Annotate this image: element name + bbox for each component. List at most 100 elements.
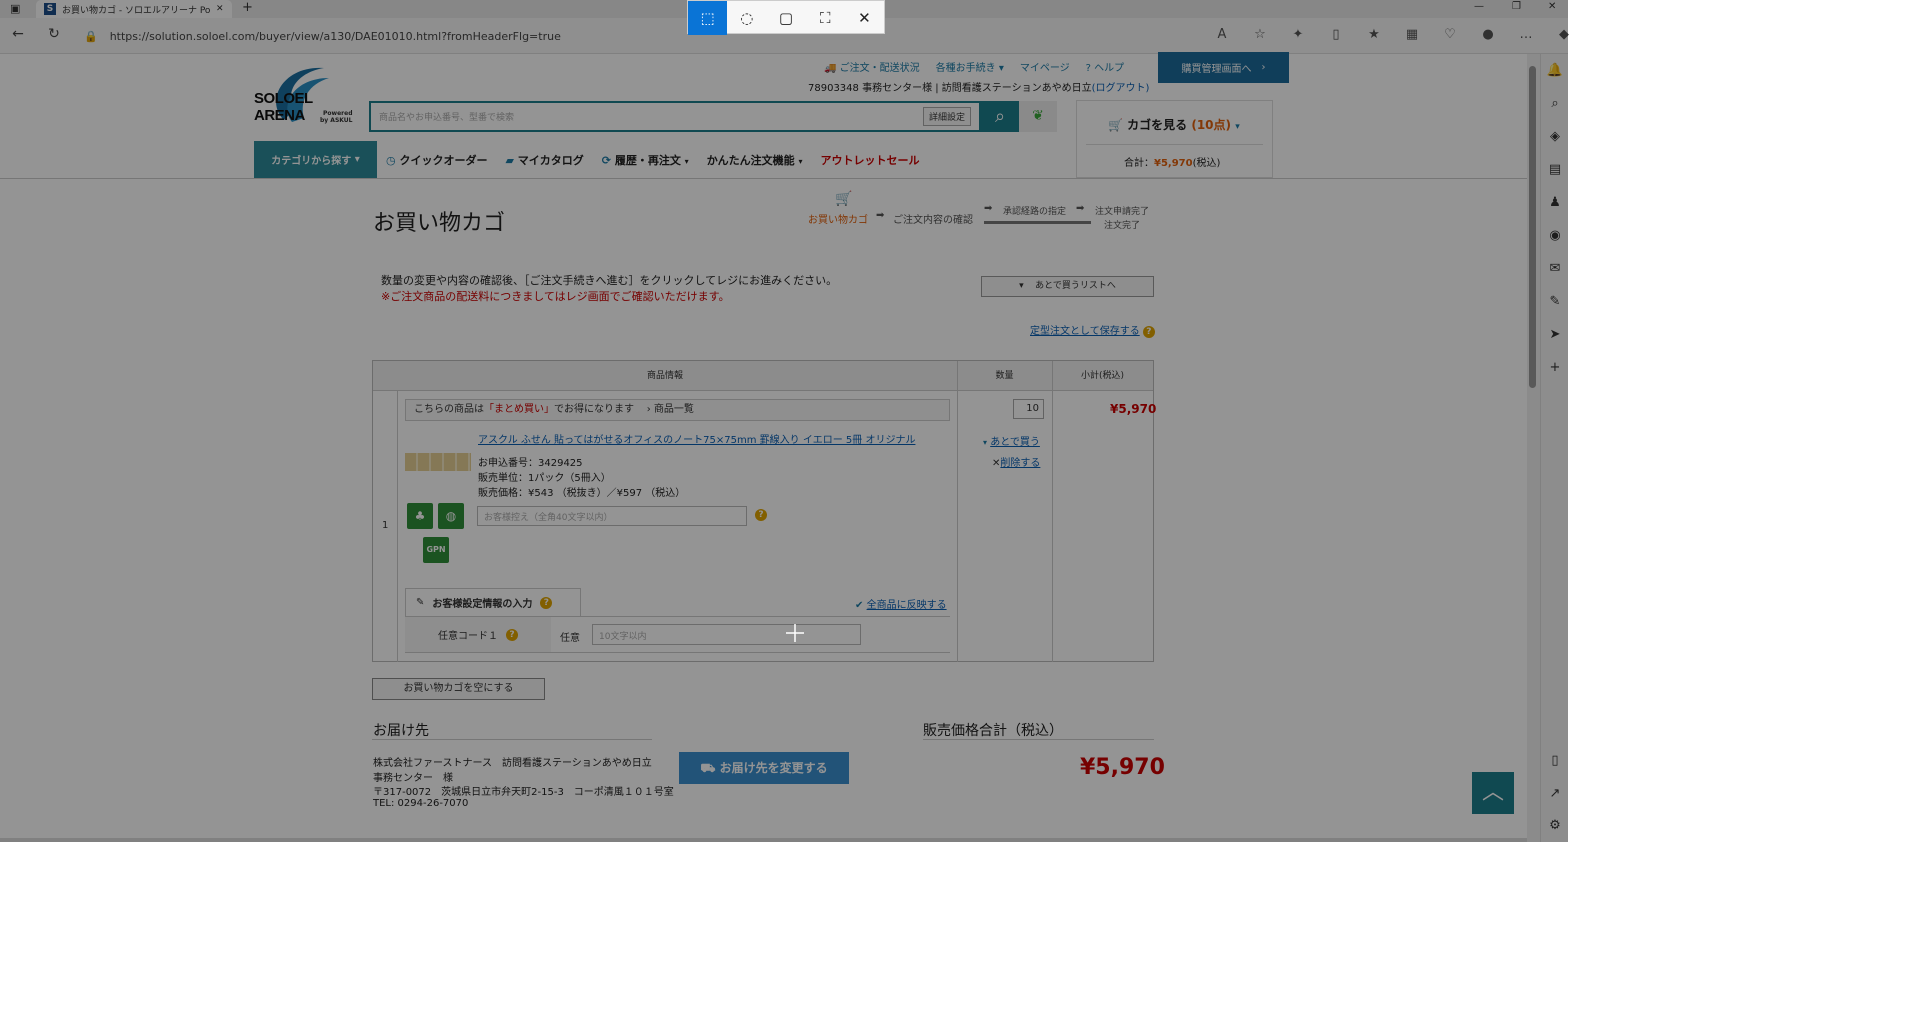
table-col-divider [1052,361,1053,662]
customer-settings-tab[interactable]: ✎ お客様設定情報の入力 ? [405,588,581,616]
games-icon[interactable]: ♟ [1541,186,1569,219]
fullscreen-snip-icon[interactable]: ⛶ [806,1,845,35]
browser-tab[interactable]: S お買い物カゴ - ソロエルアリーナ Powe ✕ [36,0,232,18]
delete: ✕削除する [992,454,1040,469]
buy-later: ▾ あとで買う [983,433,1040,448]
split-screen-icon[interactable]: ▯ [1324,27,1348,42]
search-side-icon[interactable]: ⌕ [1541,87,1569,120]
bell-icon[interactable]: 🔔 [1541,54,1569,87]
procedures-link[interactable]: 各種お手続き ▾ [936,59,1004,74]
help-link[interactable]: ? ヘルプ [1086,59,1125,74]
bulk-buy-banner: こちらの商品は「まとめ買い」でお得になります › 商品一覧 [405,399,950,421]
header-divider [0,178,1527,179]
favorite-star-icon[interactable]: ☆ [1248,27,1272,42]
help-question-icon[interactable]: ? [1142,326,1155,338]
tools-icon[interactable]: ▤ [1541,153,1569,186]
cart-total-tax: (税込) [1192,158,1221,169]
favorites-icon[interactable]: ★ [1362,27,1386,42]
buy-later-list-label: あとで買うリストへ [1035,281,1116,291]
change-shipping-button[interactable]: ⛟ お届け先を変更する [679,752,849,784]
apply-all-link[interactable]: 全商品に反映する [867,600,947,611]
help-question-icon[interactable]: ? [755,509,767,521]
empty-cart-button[interactable]: お買い物カゴを空にする [372,678,545,700]
cart-step-icon: 🛒 [835,191,853,207]
mypage-link[interactable]: マイページ [1020,59,1070,74]
detail-settings-button[interactable]: 詳細設定 [922,107,971,126]
product-thumbnail[interactable] [405,453,471,471]
back-icon[interactable]: ← [8,26,28,42]
rectangle-snip-icon[interactable]: ⬚ [688,1,728,35]
book-icon: ▰ [505,153,514,167]
delete-link[interactable]: 削除する [1000,458,1040,469]
extensions-icon[interactable]: ✦ [1286,27,1310,42]
new-tab-icon[interactable]: + [242,0,253,15]
back-to-top-button[interactable]: ︿ [1472,772,1514,814]
soloel-arena-logo[interactable]: SOLOEL ARENA Powered by ASKUL [254,60,354,130]
search-button[interactable]: ⌕ [981,101,1019,132]
logout-link[interactable]: (ログアウト) [1092,83,1150,94]
custom-code-input[interactable]: 10文字以内 [592,624,861,645]
performance-icon[interactable]: ♡ [1438,27,1462,42]
step-order-done: 注文完了 [1104,221,1141,231]
subtotal-price: ¥5,970 [1110,402,1157,416]
step-cart: お買い物カゴ [808,215,868,226]
user-info: 78903348 事務センター様 | 訪問看護ステーションあやめ日立(ログアウト… [808,79,1149,94]
close-window-icon[interactable]: ✕ [1548,1,1556,12]
bulk-product-list-link[interactable]: 商品一覧 [654,404,694,415]
step-confirm: ご注文内容の確認 [893,215,973,226]
close-tab-icon[interactable]: ✕ [216,4,224,14]
url-field[interactable]: 🔒 https://solution.soloel.com/buyer/view… [84,24,1184,48]
save-fixed-order-link[interactable]: 定型注文として保存する [1030,326,1140,337]
search-input[interactable]: 商品名やお申込番号、型番で検索 詳細設定 [369,101,981,132]
customer-memo-input[interactable]: お客様控え（全角40文字以内） [477,506,747,526]
buy-later-list-button[interactable]: ▾ あとで買うリストへ [981,276,1154,297]
add-sidebar-icon[interactable]: + [1541,351,1569,384]
category-menu-button[interactable]: カテゴリから探す ▾ [254,141,377,178]
pencil-icon: ✎ [416,597,425,608]
category-label: カテゴリから探す [271,156,352,167]
nav-history[interactable]: ⟳ 履歴・再注文 ▾ [593,152,698,168]
shipping-line-2: 事務センター 様 [373,773,453,784]
bulk-highlight: 「まとめ買い」 [484,404,554,415]
cart-view-button[interactable]: 🛒 カゴを見る (10点) ▾ [1108,116,1240,133]
nav-outlet-sale[interactable]: アウトレットセール [812,152,929,168]
nav-my-catalog[interactable]: ▰ マイカタログ [496,152,592,168]
purchase-management-button[interactable]: 購買管理画面へ › [1158,52,1289,83]
header-links: 🚚 ご注文・配送状況 各種お手続き ▾ マイページ ? ヘルプ [824,59,1124,74]
nav-easy-order[interactable]: かんたん注文機能 ▾ [698,152,812,168]
apply-all: ✔ 全商品に反映する [855,596,947,611]
profile-icon[interactable]: ● [1476,27,1500,42]
order-status-link[interactable]: 🚚 ご注文・配送状況 [824,59,920,74]
help-question-icon[interactable]: ? [506,628,518,641]
eco-leaf-button[interactable]: ❦ [1019,101,1057,132]
outlook-icon[interactable]: ✉ [1541,252,1569,285]
quantity-input[interactable]: 10 [1013,399,1044,419]
collections-icon[interactable]: ▦ [1400,27,1424,42]
copilot-icon[interactable]: ◆ [1552,27,1576,42]
freeform-snip-icon[interactable]: ◌ [727,1,766,35]
designer-icon[interactable]: ✎ [1541,285,1569,318]
external-link-icon[interactable]: ↗ [1541,777,1569,810]
buy-later-link[interactable]: あとで買う [990,437,1040,448]
sidebar-layout-icon[interactable]: ▯ [1541,744,1569,777]
scrollbar-thumb[interactable] [1529,66,1536,388]
send-icon[interactable]: ➤ [1541,318,1569,351]
read-aloud-icon[interactable]: A [1210,27,1234,42]
tag-icon[interactable]: ◈ [1541,120,1569,153]
office-icon[interactable]: ◉ [1541,219,1569,252]
more-menu-icon[interactable]: … [1514,27,1538,42]
cart-table-header: 商品情報 数量 小計(税込) [373,361,1153,391]
help-question-icon[interactable]: ? [540,596,553,609]
chevron-down-icon: ▾ [983,438,988,447]
gpn-badge: GPN [423,537,449,563]
tab-actions-icon[interactable]: ▣ [10,2,20,15]
close-snip-icon[interactable]: ✕ [845,1,884,35]
window-snip-icon[interactable]: ▢ [766,1,805,35]
settings-gear-icon[interactable]: ⚙ [1541,809,1569,842]
arrow-right-icon: ➡ [1076,203,1085,214]
nav-quick-order[interactable]: ◷ クイックオーダー [377,152,496,168]
refresh-icon[interactable]: ↻ [44,26,64,42]
minimize-icon[interactable]: — [1474,1,1484,12]
restore-icon[interactable]: ❐ [1512,1,1521,12]
product-name-link[interactable]: アスクル ふせん 貼ってはがせるオフィスのノート75×75mm 罫線入り イエロ… [478,431,915,446]
